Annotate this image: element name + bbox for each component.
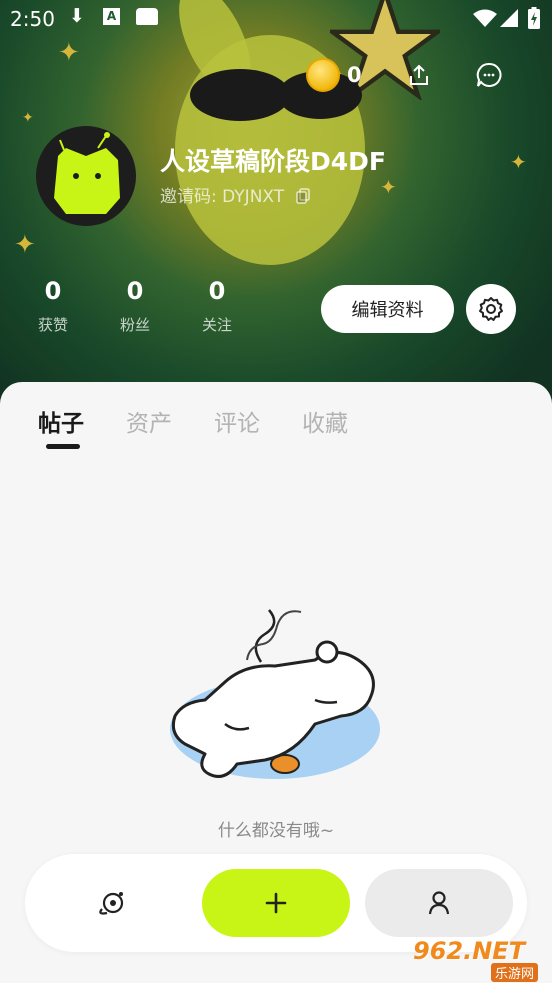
coin-icon[interactable]: [306, 58, 340, 92]
gear-icon: [479, 297, 503, 321]
share-icon: [410, 64, 428, 85]
stat-label: 关注: [201, 316, 232, 334]
tab-comments[interactable]: 评论: [214, 404, 260, 438]
status-time: 2:50: [10, 7, 55, 31]
avatar[interactable]: [36, 126, 136, 226]
alien-cat-avatar-icon: [54, 132, 120, 214]
cell-signal-icon: [500, 9, 518, 27]
android-icon: [136, 8, 158, 25]
username: 人设草稿阶段D4DF: [160, 147, 386, 176]
stat-label: 粉丝: [119, 316, 150, 334]
tab-assets[interactable]: 资产: [126, 404, 172, 438]
stat-value: 0: [44, 277, 62, 305]
status-bar: 2:50 ⬇ A: [0, 0, 552, 38]
stat-value: 0: [126, 277, 144, 305]
invite-code-row[interactable]: 邀请码: DYJNXT: [160, 182, 310, 207]
tab-posts[interactable]: 帖子: [38, 404, 84, 438]
stat-label: 获赞: [37, 316, 68, 334]
site-watermark: 962.NET 乐游网: [413, 937, 549, 982]
content-panel: 帖子 资产 评论 收藏 什么都没有哦~: [0, 382, 552, 983]
active-tab-indicator: [46, 444, 80, 449]
battery-icon: [528, 7, 540, 29]
tab-favorites[interactable]: 收藏: [302, 404, 348, 438]
settings-button[interactable]: [466, 284, 516, 334]
wifi-icon: [473, 9, 497, 27]
star-decoration-icon: ✦: [22, 110, 34, 126]
nav-create-button[interactable]: [202, 869, 350, 937]
edit-profile-button[interactable]: 编辑资料: [321, 285, 454, 333]
watermark-logo-text: 962.NET: [413, 937, 526, 965]
nav-profile-button[interactable]: [365, 869, 513, 937]
star-decoration-icon: ✦: [510, 150, 527, 174]
stat-fans[interactable]: 0 粉丝: [105, 276, 165, 335]
watermark-subtext: 乐游网: [491, 963, 539, 982]
star-decoration-icon: ✦: [58, 38, 80, 68]
star-decoration-icon: ✦: [14, 230, 36, 260]
share-button[interactable]: [402, 58, 436, 92]
message-button[interactable]: [472, 58, 506, 92]
app-notification-icon: A: [103, 8, 120, 25]
stat-likes[interactable]: 0 获赞: [23, 276, 83, 335]
invite-code: 邀请码: DYJNXT: [160, 187, 285, 207]
download-icon: ⬇: [69, 5, 85, 27]
chat-bubble-icon: [476, 62, 502, 87]
planet-icon: [99, 892, 124, 915]
stat-following[interactable]: 0 关注: [187, 276, 247, 335]
coin-count: 0: [347, 63, 362, 87]
empty-state-message: 什么都没有哦~: [217, 821, 335, 841]
copy-icon[interactable]: [295, 188, 310, 204]
nav-discover-button[interactable]: [45, 869, 181, 937]
empty-state-illustration: [170, 609, 380, 779]
plus-icon: [265, 892, 287, 914]
stat-value: 0: [208, 277, 226, 305]
person-icon: [428, 891, 450, 915]
